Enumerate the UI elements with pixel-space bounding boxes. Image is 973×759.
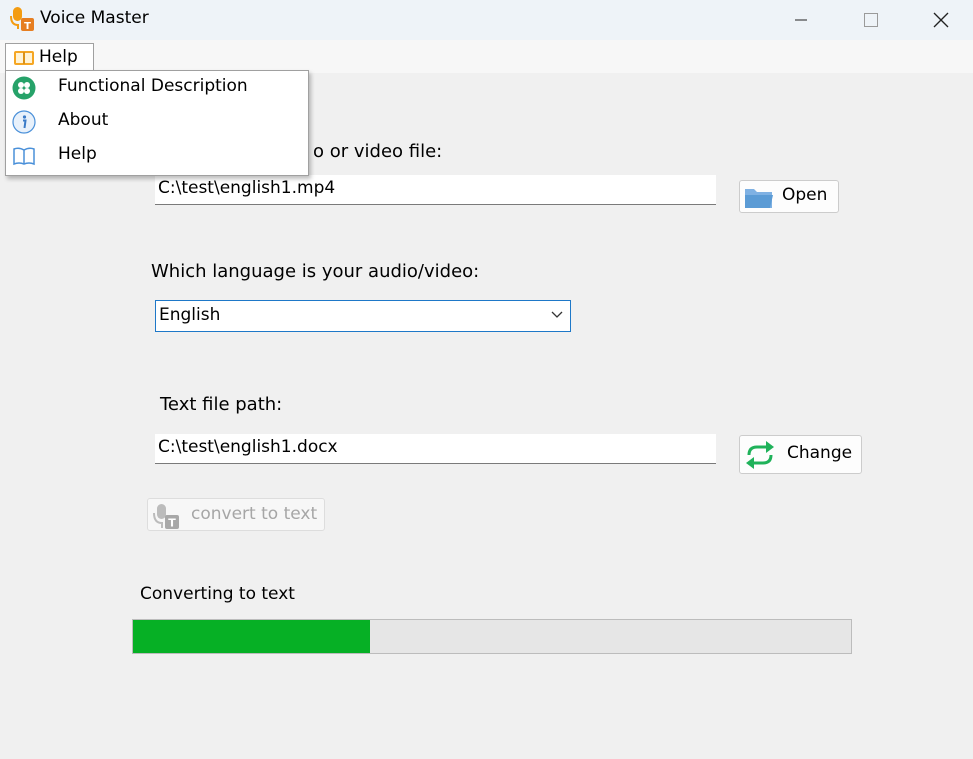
convert-button-label: convert to text	[191, 504, 318, 524]
menu-bar: Help	[0, 40, 973, 73]
open-button[interactable]: Open	[739, 180, 839, 213]
change-button[interactable]: Change	[739, 435, 862, 474]
menu-help[interactable]: Help	[5, 43, 94, 71]
close-icon	[933, 12, 949, 28]
language-prompt: Which language is your audio/video:	[151, 261, 480, 282]
refresh-arrows-icon	[746, 441, 774, 469]
menu-item-help[interactable]: Help	[6, 139, 308, 173]
folder-icon	[745, 189, 773, 208]
language-select[interactable]: English	[155, 300, 571, 332]
language-select-value: English	[159, 305, 221, 325]
open-book-icon	[14, 51, 34, 65]
menu-item-label: Help	[58, 144, 97, 164]
minimize-icon	[795, 19, 807, 21]
progress-bar-fill	[133, 620, 370, 653]
microphone-app-icon: T	[10, 7, 34, 32]
menu-item-about[interactable]: About	[6, 105, 308, 139]
text-file-path-label: Text file path:	[160, 394, 283, 415]
title-bar: T Voice Master	[0, 0, 973, 40]
maximize-button[interactable]	[836, 0, 906, 40]
source-file-input[interactable]: C:\test\english1.mp4	[155, 175, 716, 205]
source-file-prompt: o or video file:	[313, 141, 443, 162]
svg-text:T: T	[168, 517, 176, 530]
svg-text:T: T	[24, 21, 31, 32]
progress-bar	[132, 619, 852, 654]
clover-icon	[12, 76, 36, 100]
menu-item-functional-description[interactable]: Functional Description	[6, 71, 308, 105]
maximize-icon	[864, 13, 878, 27]
text-file-path-input[interactable]: C:\test\english1.docx	[155, 434, 716, 464]
menu-item-label: About	[58, 110, 109, 130]
minimize-button[interactable]	[766, 0, 836, 40]
convert-to-text-button[interactable]: T convert to text	[147, 498, 325, 531]
close-button[interactable]	[906, 0, 973, 40]
progress-status-label: Converting to text	[140, 584, 295, 604]
microphone-text-icon: T	[153, 504, 179, 530]
open-button-label: Open	[782, 185, 828, 205]
menu-item-label: Functional Description	[58, 76, 248, 96]
help-dropdown-menu: Functional Description About Help	[5, 70, 309, 176]
window-title: Voice Master	[40, 8, 149, 28]
book-icon	[13, 147, 35, 166]
chevron-down-icon	[551, 311, 563, 318]
change-button-label: Change	[787, 443, 853, 463]
menu-help-label: Help	[39, 47, 78, 67]
info-icon	[12, 110, 36, 134]
